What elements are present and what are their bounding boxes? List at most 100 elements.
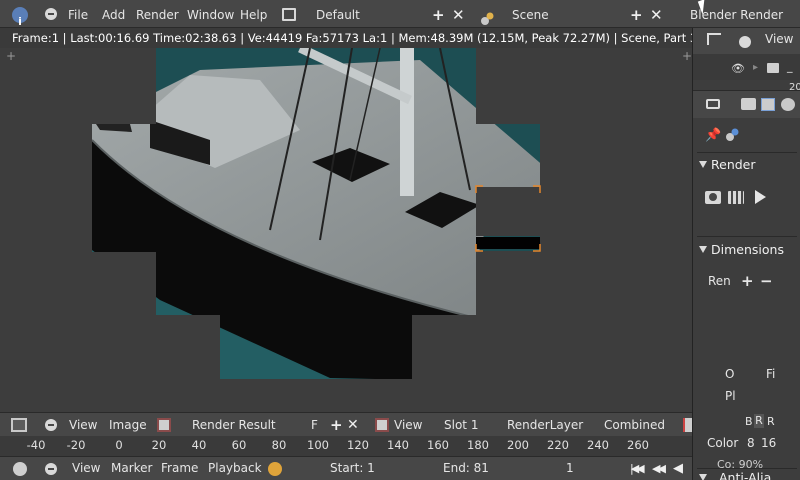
info-icon[interactable]: i [12,7,28,28]
eye-icon[interactable]: 👁 [731,62,745,75]
menu-help[interactable]: Help [240,0,267,28]
render-panel-title: Render [711,157,756,172]
render-result-image: + + [6,48,692,379]
scene-icon[interactable] [480,7,494,25]
menu-frame[interactable]: Frame [161,457,198,480]
expand-triangle-icon [699,246,707,253]
tick-label: 140 [387,438,409,452]
panel-divider [697,236,797,237]
image-name-field[interactable]: Render Result [192,413,276,437]
outliner-view-menu[interactable]: View [765,32,793,46]
remove-preset-icon[interactable]: − [760,272,773,290]
play-reverse-icon[interactable]: ◀ [673,457,683,480]
menu-window[interactable]: Window [187,0,234,28]
render-pass-select[interactable]: Combined [604,413,665,437]
output-label: O [725,367,735,381]
cursor-restrict-icon[interactable]: ▸ [753,62,758,73]
image-editor-render-area[interactable]: + + [0,48,692,412]
render-animation-icon[interactable] [728,191,744,204]
rgb-button[interactable]: R [754,414,764,428]
tick-label: -20 [66,438,86,452]
tick-label: 40 [191,438,207,452]
keying-icon[interactable] [268,462,282,476]
scene-context-icon [726,128,739,141]
menu-view[interactable]: View [72,457,100,480]
render-status-line: Frame:1 | Last:00:16.69 Time:02:38.63 | … [0,28,692,48]
add-layout-icon[interactable]: + [432,0,445,28]
tick-label: 260 [627,438,649,452]
menu-image[interactable]: Image [109,413,147,437]
pin-icon[interactable]: 📌 [705,128,721,143]
menu-add[interactable]: Add [102,0,125,28]
collapse-menu-icon[interactable] [739,36,751,48]
menu-playback[interactable]: Playback [208,457,262,480]
render-layer-select[interactable]: RenderLayer [507,413,583,437]
tick-label: 120 [347,438,369,452]
collapse-menu-icon[interactable] [45,8,57,20]
start-frame-field[interactable]: Start: 1 [330,457,375,480]
svg-text:+: + [6,49,16,63]
expand-triangle-icon [699,161,707,168]
color-depth-16[interactable]: 16 [761,436,776,450]
new-image-icon[interactable]: + [330,413,343,437]
end-frame-field[interactable]: End: 81 [443,457,489,480]
menu-render[interactable]: Render [136,0,179,28]
slot-select[interactable]: Slot 1 [444,413,478,437]
bw-button[interactable]: B [745,415,753,428]
image-browse-icon[interactable] [157,418,171,432]
color-depth-8[interactable]: 8 [747,436,755,450]
layers-tab-icon[interactable] [761,98,775,111]
camera-icon[interactable] [767,63,779,73]
image-editor-header: View Image Render Result F + ✕ View Slot… [0,412,692,436]
render-image-icon[interactable] [705,191,721,204]
render-panel-header[interactable]: Render [699,155,795,175]
menu-marker[interactable]: Marker [111,457,152,480]
tick-label: 100 [307,438,329,452]
add-preset-icon[interactable]: + [741,272,754,290]
menu-view[interactable]: View [69,413,97,437]
right-side-panels: View 👁 ▸ _ 201 📌 Render Dimensions Ren +… [692,28,800,480]
menu-file[interactable]: File [68,0,88,28]
current-frame-field[interactable]: 1 [566,457,574,480]
tick-label: 60 [231,438,247,452]
tick-label: -40 [26,438,46,452]
info-header: i File Add Render Window Help Default + … [0,0,800,28]
dimensions-panel-header[interactable]: Dimensions [699,240,795,260]
channel-icon[interactable] [683,418,692,432]
menu-view-2[interactable]: View [394,413,422,437]
render-presets-label[interactable]: Ren [708,274,731,288]
tick-label: 240 [587,438,609,452]
anti-aliasing-panel-header[interactable]: Anti-Alia [699,468,795,480]
collapse-menu-icon[interactable] [45,463,57,475]
dimensions-panel-title: Dimensions [711,242,784,257]
unlink-image-icon[interactable]: ✕ [347,413,359,437]
file-format-label: Fi [766,367,776,381]
rgba-button[interactable]: R [767,415,775,428]
outliner-icon[interactable] [707,33,721,45]
timeline-ruler[interactable]: -40 -20 0 20 40 60 80 100 120 140 160 18… [0,436,692,456]
remove-scene-icon[interactable]: ✕ [650,0,663,28]
remove-layout-icon[interactable]: ✕ [452,0,465,28]
svg-text:+: + [682,49,692,63]
fake-user-button[interactable]: F [311,413,318,437]
timeline-editor-icon[interactable] [13,462,27,476]
outliner-more: _ [787,60,793,73]
scene-tab-icon[interactable] [781,98,795,111]
properties-editor-icon[interactable] [706,99,720,109]
jump-start-icon[interactable]: |◀◀ [630,457,645,480]
render-tab-icon[interactable] [741,98,756,110]
view-icon[interactable] [375,418,389,432]
collapse-menu-icon[interactable] [45,419,57,431]
screen-layout-name[interactable]: Default [316,0,360,28]
add-scene-icon[interactable]: + [630,0,643,28]
editor-type-icon[interactable] [11,418,27,432]
tick-label: 20 [151,438,167,452]
outliner-row[interactable] [693,54,800,80]
screen-layout-icon[interactable] [282,8,296,21]
jump-keyframe-back-icon[interactable]: ◀◀ [652,457,666,480]
color-depth-label: Color [707,436,739,450]
scene-name[interactable]: Scene [512,0,549,28]
anti-aliasing-title: Anti-Alia [719,470,772,480]
placeholder-label: Pl [725,389,736,403]
play-icon[interactable] [755,190,766,204]
